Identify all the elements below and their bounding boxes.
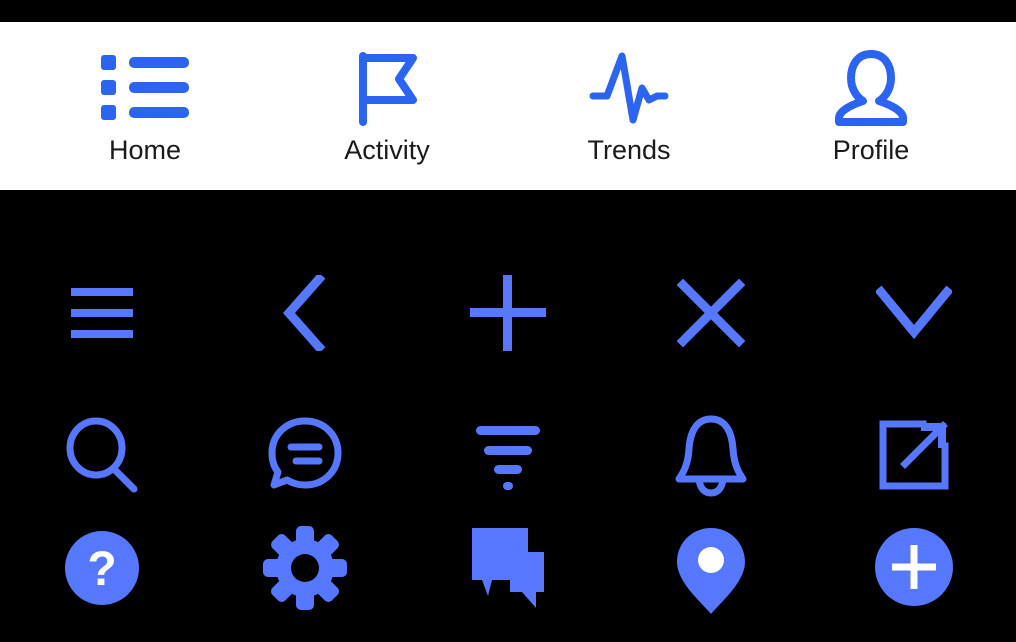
nav-item-home[interactable]: Home [45,49,245,164]
nav-label-trends: Trends [587,134,671,165]
icon-grid-row [0,242,1016,384]
plus-icon [470,275,546,351]
nav-item-activity[interactable]: Activity [287,49,487,164]
gear-icon [262,526,347,610]
nav-label-activity: Activity [344,134,430,165]
icon-cell-comments[interactable] [406,526,609,630]
icon-cell-search[interactable] [0,384,203,526]
icon-cell-expand[interactable] [813,242,1016,384]
icon-grid: ? [0,190,1016,642]
nav-label-profile: Profile [832,134,910,165]
icon-cell-message[interactable] [203,384,406,526]
status-bar-spacer [0,0,1016,22]
chevron-left-icon [275,275,335,351]
nav-label-home: Home [108,134,182,165]
icon-cell-notifications[interactable] [610,384,813,526]
icon-grid-row [0,384,1016,526]
icon-cell-add[interactable] [406,242,609,384]
flag-icon [347,49,427,127]
comments-icon [466,526,550,612]
nav-item-trends[interactable]: Trends [529,49,729,164]
nav-item-profile[interactable]: Profile [771,49,971,164]
floating-action-add-icon [873,526,955,608]
person-icon [829,49,913,127]
icon-cell-settings[interactable] [203,526,406,630]
bell-icon [671,413,751,497]
filter-icon [473,420,543,490]
icon-cell-close[interactable] [610,242,813,384]
top-navigation-bar: Home Activity Trends Profile [0,22,1016,190]
pulse-icon [589,49,669,127]
help-circle-icon: ? [60,526,144,610]
icon-cell-open-external[interactable] [813,384,1016,526]
icon-cell-menu[interactable] [0,242,203,384]
external-link-icon [877,418,951,492]
svg-text:?: ? [87,543,116,596]
search-icon [64,417,140,493]
icon-cell-location[interactable] [610,526,813,630]
icon-grid-row: ? [0,526,1016,630]
icon-cell-back[interactable] [203,242,406,384]
icon-cell-filter[interactable] [406,384,609,526]
icon-cell-help[interactable]: ? [0,526,203,630]
list-icon [97,49,193,127]
chevron-down-icon [876,284,953,342]
close-icon [677,279,746,347]
map-pin-icon [675,526,747,616]
chat-bubble-icon [266,416,344,494]
hamburger-menu-icon [70,282,133,344]
icon-cell-create[interactable] [813,526,1016,630]
